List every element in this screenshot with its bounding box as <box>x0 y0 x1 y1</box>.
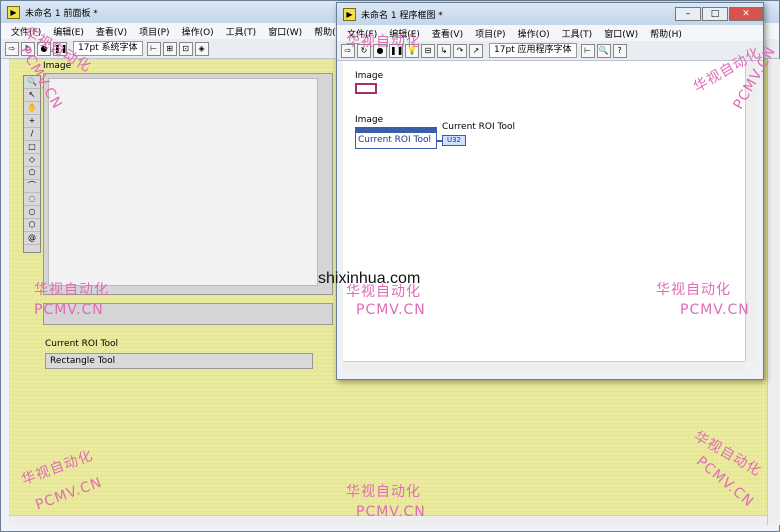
retain-wire-icon[interactable]: ⊟ <box>421 43 435 58</box>
rotated-rect-icon[interactable]: ◇ <box>24 154 40 167</box>
image-display-area[interactable] <box>48 78 318 286</box>
align-icon[interactable]: ⊢ <box>146 41 161 56</box>
block-diagram-title: 未命名 1 程序框图 * <box>361 10 443 21</box>
watermark-en: PCMV.CN <box>356 302 426 318</box>
labview-icon: ▶ <box>343 7 356 21</box>
image-display-control[interactable] <box>43 73 333 295</box>
rectangle-icon[interactable]: □ <box>24 141 40 154</box>
menu-window[interactable]: 窗口(W) <box>604 27 638 40</box>
resize-icon[interactable]: ⊡ <box>178 41 193 56</box>
step-into-icon[interactable]: ↳ <box>437 43 451 58</box>
logo-text: shixinhua.com <box>318 270 421 287</box>
polygon-icon[interactable]: ⬠ <box>24 167 40 180</box>
menu-project[interactable]: 项目(P) <box>475 27 505 40</box>
close-button[interactable]: ✕ <box>729 7 763 21</box>
image-terminal[interactable] <box>355 83 377 94</box>
maximize-button[interactable]: □ <box>702 7 728 21</box>
align-icon[interactable]: ⊢ <box>580 43 595 58</box>
reorder-icon[interactable]: ◈ <box>194 41 209 56</box>
indicator-terminal[interactable]: U32 <box>442 135 466 146</box>
menu-edit[interactable]: 编辑(E) <box>53 25 84 38</box>
menu-view[interactable]: 查看(V) <box>432 27 463 40</box>
block-diagram-hscroll[interactable] <box>343 361 745 372</box>
watermark-cn: 华视自动化 <box>34 282 109 298</box>
front-panel-title: 未命名 1 前面板 * <box>25 8 98 19</box>
distribute-icon[interactable]: ⊞ <box>162 41 177 56</box>
block-diagram-titlebar: ▶ 未命名 1 程序框图 * – □ ✕ <box>337 3 763 25</box>
broken-line-icon[interactable]: ⬡ <box>24 219 40 232</box>
pointer-icon[interactable]: ↖ <box>24 89 40 102</box>
menu-tools[interactable]: 工具(T) <box>562 27 593 40</box>
image-tools-palette: 🔍 ↖ ✋ + / □ ◇ ⬠ ⌒ ◌ ○ ⬡ @ <box>23 75 41 253</box>
hand-icon[interactable]: ✋ <box>24 102 40 115</box>
watermark-en: PCMV.CN <box>356 504 426 520</box>
minimize-button[interactable]: – <box>675 7 701 21</box>
indicator-label: Current ROI Tool <box>442 122 515 132</box>
font-selector[interactable]: 17pt 应用程序字体 <box>489 43 577 58</box>
roi-tool-indicator: Rectangle Tool <box>45 353 313 369</box>
annulus-icon[interactable]: ◌ <box>24 193 40 206</box>
menu-project[interactable]: 项目(P) <box>139 25 169 38</box>
front-panel-vscroll[interactable] <box>767 59 780 525</box>
freehand-icon[interactable]: ⌒ <box>24 180 40 193</box>
menu-tools[interactable]: 工具(T) <box>226 25 257 38</box>
watermark-cn: 华视自动化 <box>346 34 421 50</box>
labview-icon: ▶ <box>7 5 20 19</box>
font-selector[interactable]: 17pt 系统字体 <box>73 41 143 56</box>
property-node[interactable]: Current ROI Tool <box>355 127 437 149</box>
menu-operate[interactable]: 操作(O) <box>182 25 214 38</box>
search-icon[interactable]: 🔍 <box>596 43 611 58</box>
menu-help[interactable]: 帮助(H) <box>650 27 682 40</box>
spiral-icon[interactable]: @ <box>24 232 40 245</box>
help-icon[interactable]: ? <box>612 43 627 58</box>
roi-tool-label: Current ROI Tool <box>45 339 118 349</box>
watermark-cn: 华视自动化 <box>656 282 731 298</box>
watermark-cn: 华视自动化 <box>346 484 421 500</box>
menu-view[interactable]: 查看(V) <box>96 25 127 38</box>
menu-window[interactable]: 窗口(W) <box>268 25 302 38</box>
oval-icon[interactable]: ○ <box>24 206 40 219</box>
menu-operate[interactable]: 操作(O) <box>518 27 550 40</box>
property-node-item[interactable]: Current ROI Tool <box>356 133 436 147</box>
property-node-label: Image <box>355 115 384 125</box>
step-over-icon[interactable]: ↷ <box>453 43 467 58</box>
step-out-icon[interactable]: ↗ <box>469 43 483 58</box>
watermark-en: PCMV.CN <box>34 302 104 318</box>
point-icon[interactable]: + <box>24 115 40 128</box>
watermark-en: PCMV.CN <box>680 302 750 318</box>
block-diagram-window: ▶ 未命名 1 程序框图 * – □ ✕ 文件(F) 编辑(E) 查看(V) 项… <box>336 2 764 380</box>
image-terminal-label: Image <box>355 71 384 81</box>
line-icon[interactable]: / <box>24 128 40 141</box>
